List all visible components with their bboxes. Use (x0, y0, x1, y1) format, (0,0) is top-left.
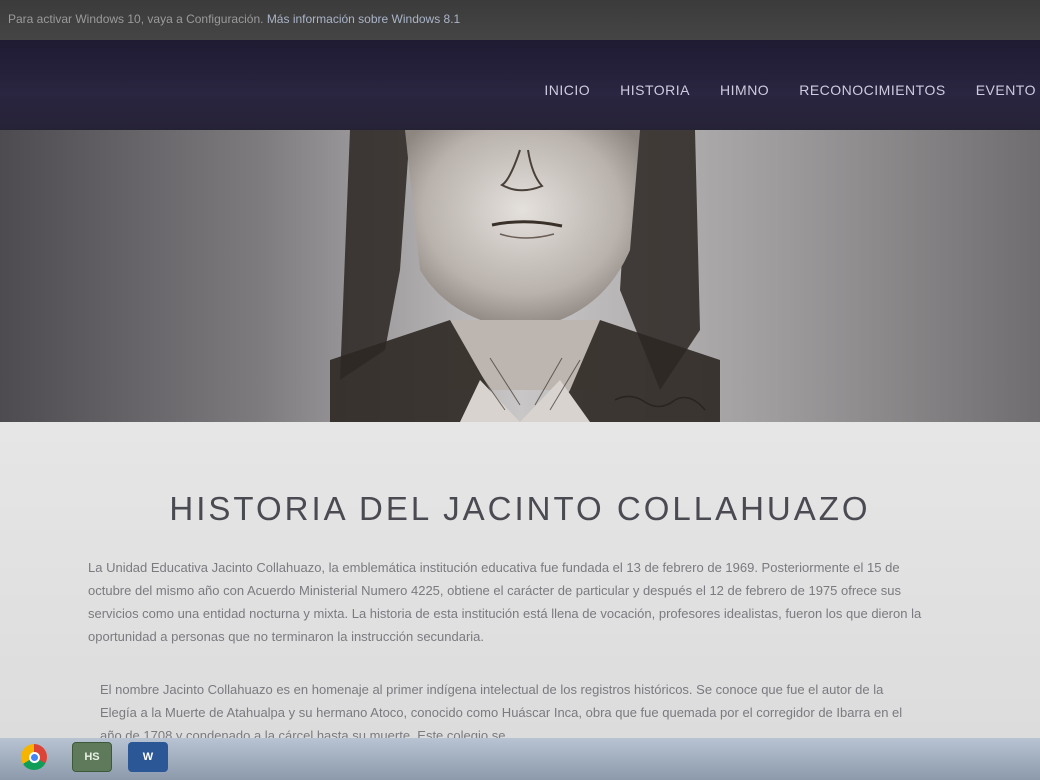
history-section: HISTORIA DEL JACINTO COLLAHUAZO La Unida… (0, 422, 1040, 743)
activation-text: Para activar Windows 10, vaya a Configur… (8, 12, 264, 26)
nav-historia[interactable]: HISTORIA (620, 82, 690, 98)
nav-himno[interactable]: HIMNO (720, 82, 769, 98)
nav-reconocimientos[interactable]: RECONOCIMIENTOS (799, 82, 945, 98)
activation-link[interactable]: Más información sobre Windows 8.1 (267, 12, 460, 26)
hero-banner (0, 130, 1040, 422)
main-nav: INICIO HISTORIA HIMNO RECONOCIMIENTOS EV… (544, 82, 1040, 98)
word-icon[interactable]: W (128, 742, 168, 772)
windows-taskbar: HS W (0, 738, 1040, 780)
nav-eventos[interactable]: EVENTO (976, 82, 1036, 98)
history-paragraph-1: La Unidad Educativa Jacinto Collahuazo, … (88, 560, 922, 644)
page-title: HISTORIA DEL JACINTO COLLAHUAZO (169, 490, 871, 527)
portrait-sketch-image (330, 130, 720, 422)
monitor-screen: Para activar Windows 10, vaya a Configur… (0, 0, 1040, 780)
windows-activation-notice: Para activar Windows 10, vaya a Configur… (0, 0, 1040, 40)
site-header: INICIO HISTORIA HIMNO RECONOCIMIENTOS EV… (0, 40, 1040, 130)
nav-inicio[interactable]: INICIO (544, 82, 590, 98)
chrome-icon[interactable] (14, 742, 54, 772)
history-paragraph-2: El nombre Jacinto Collahuazo es en homen… (100, 682, 903, 743)
hs-icon[interactable]: HS (72, 742, 112, 772)
